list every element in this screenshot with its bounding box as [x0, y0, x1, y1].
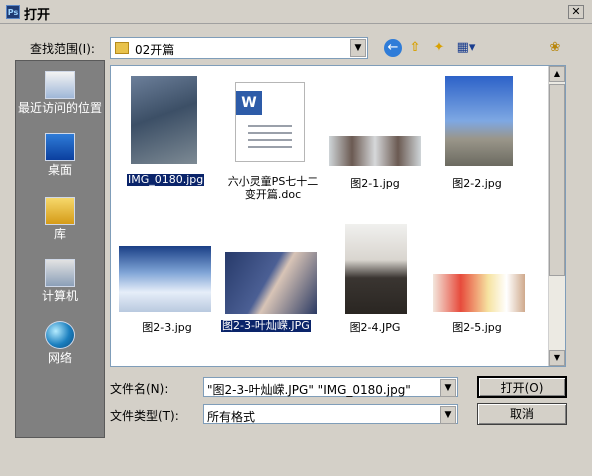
- place-label: 计算机: [41, 289, 78, 303]
- file-name: IMG_0180.jpg: [127, 173, 205, 186]
- cancel-button[interactable]: 取消: [477, 403, 567, 425]
- scroll-down-icon[interactable]: ▼: [549, 350, 565, 366]
- scroll-up-icon[interactable]: ▲: [549, 66, 565, 82]
- file-name: 图2-3-叶灿嵘.JPG: [221, 319, 311, 332]
- word-logo-icon: W: [236, 91, 262, 115]
- up-folder-icon[interactable]: ⇧: [406, 39, 424, 57]
- place-label: 桌面: [47, 163, 72, 177]
- image-thumbnail: [119, 246, 211, 312]
- place-desktop[interactable]: 桌面: [16, 133, 104, 177]
- file-name: 图2-2.jpg: [452, 177, 502, 190]
- filename-label: 文件名(N):: [110, 382, 169, 396]
- place-network[interactable]: 网络: [16, 321, 104, 365]
- lookin-value: 02开篇: [135, 43, 175, 57]
- file-name-line2: 变开篇.doc: [244, 188, 302, 201]
- view-menu-icon[interactable]: ▦▾: [454, 39, 478, 57]
- file-list[interactable]: IMG_0180.jpg W 六小灵童PS七十二 变开篇.doc 图2-1.jp…: [110, 65, 566, 367]
- file-item[interactable]: IMG_0180.jpg: [121, 72, 211, 192]
- image-thumbnail: [225, 252, 317, 314]
- filetype-label: 文件类型(T):: [110, 409, 179, 423]
- file-item[interactable]: 图2-5.jpg: [427, 236, 527, 356]
- new-folder-icon[interactable]: ✦: [430, 39, 448, 57]
- chevron-down-icon[interactable]: ▼: [350, 39, 366, 57]
- chevron-down-icon[interactable]: ▼: [440, 379, 456, 397]
- lookin-label: 查找范围(I):: [30, 42, 95, 56]
- back-icon[interactable]: ←: [384, 39, 402, 57]
- filetype-value: 所有格式: [207, 410, 256, 424]
- file-name: 图2-5.jpg: [452, 321, 502, 334]
- vertical-scrollbar[interactable]: ▲ ▼: [548, 66, 565, 366]
- place-library[interactable]: 库: [16, 197, 104, 241]
- file-item[interactable]: W 六小灵童PS七十二 变开篇.doc: [223, 72, 323, 202]
- place-computer[interactable]: 计算机: [16, 259, 104, 303]
- library-icon: [45, 197, 75, 225]
- desktop-icon: [45, 133, 75, 161]
- scroll-thumb[interactable]: [549, 84, 565, 276]
- folder-icon: [115, 42, 129, 54]
- image-thumbnail: [329, 136, 421, 166]
- file-item[interactable]: 图2-3.jpg: [117, 236, 217, 356]
- file-name: 图2-1.jpg: [350, 177, 400, 190]
- bridge-icon[interactable]: ❀: [546, 39, 564, 57]
- network-icon: [45, 321, 75, 349]
- word-document-icon: W: [235, 82, 305, 162]
- file-name: 图2-4.JPG: [349, 321, 401, 334]
- image-thumbnail: [131, 76, 197, 164]
- open-button[interactable]: 打开(O): [477, 376, 567, 398]
- file-name: 图2-3.jpg: [142, 321, 192, 334]
- file-item[interactable]: 图2-1.jpg: [325, 72, 425, 192]
- file-item[interactable]: 图2-4.JPG: [325, 222, 425, 356]
- filetype-select[interactable]: 所有格式 ▼: [203, 404, 458, 424]
- image-thumbnail: [445, 76, 513, 166]
- lookin-dropdown[interactable]: 02开篇 ▼: [110, 37, 368, 59]
- file-item[interactable]: 图2-2.jpg: [427, 72, 527, 192]
- image-thumbnail: [433, 274, 525, 312]
- window-title: 打开: [24, 8, 51, 23]
- place-label: 库: [53, 227, 66, 241]
- chevron-down-icon[interactable]: ▼: [440, 406, 456, 424]
- file-item[interactable]: 图2-3-叶灿嵘.JPG: [217, 236, 327, 356]
- close-button[interactable]: ✕: [568, 5, 584, 19]
- place-label: 网络: [47, 351, 72, 365]
- places-bar: 最近访问的位置 桌面 库 计算机 网络: [15, 60, 105, 438]
- computer-icon: [45, 259, 75, 287]
- recent-places-icon: [45, 71, 75, 99]
- photoshop-app-icon: Ps: [6, 5, 20, 19]
- filename-input[interactable]: "图2-3-叶灿嵘.JPG" "IMG_0180.jpg": [207, 381, 439, 398]
- place-recent[interactable]: 最近访问的位置: [16, 71, 104, 115]
- title-bar: Ps 打开 ✕: [0, 0, 592, 24]
- file-name-line1: 六小灵童PS七十二: [227, 175, 319, 188]
- place-label: 最近访问的位置: [17, 101, 102, 115]
- image-thumbnail: [345, 224, 407, 314]
- filename-combo[interactable]: "图2-3-叶灿嵘.JPG" "IMG_0180.jpg" ▼: [203, 377, 458, 397]
